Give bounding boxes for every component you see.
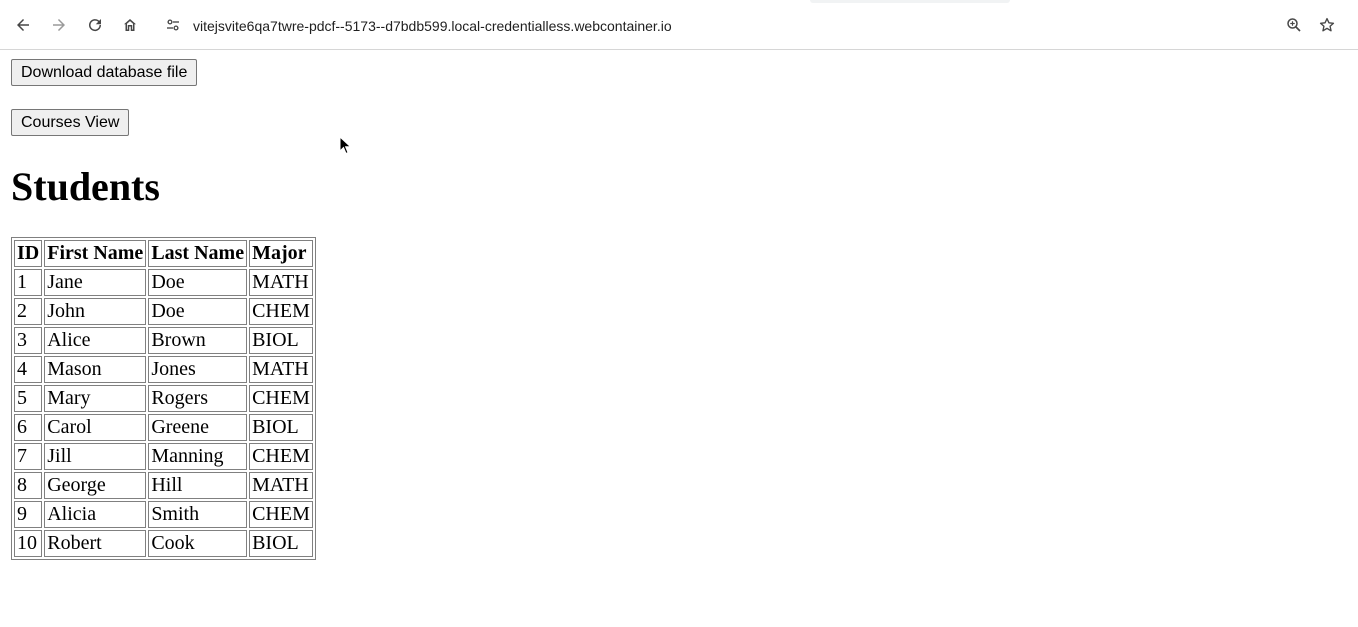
cell-last-name: Brown (148, 327, 248, 354)
cell-major: CHEM (249, 443, 313, 470)
cell-last-name: Manning (148, 443, 248, 470)
courses-view-button[interactable]: Courses View (11, 109, 130, 136)
cell-first-name: Robert (44, 530, 147, 557)
table-row: 9 Alicia Smith CHEM (14, 501, 313, 528)
cell-first-name: Mason (44, 356, 147, 383)
cell-id: 3 (14, 327, 43, 354)
cell-major: BIOL (249, 327, 313, 354)
cell-major: CHEM (249, 385, 313, 412)
table-row: 1 Jane Doe MATH (14, 269, 313, 296)
cell-major: CHEM (249, 298, 313, 325)
table-header-row: ID First Name Last Name Major (14, 240, 313, 267)
tab-strip-edge (810, 0, 1010, 3)
cell-first-name: Alice (44, 327, 147, 354)
cell-id: 6 (14, 414, 43, 441)
table-row: 3 Alice Brown BIOL (14, 327, 313, 354)
cell-id: 9 (14, 501, 43, 528)
column-header: Major (249, 240, 313, 267)
cell-major: MATH (249, 356, 313, 383)
students-table: ID First Name Last Name Major 1 Jane Doe… (11, 237, 316, 560)
address-bar-url[interactable]: vitejsvite6qa7twre-pdcf--5173--d7bdb599.… (193, 15, 672, 37)
table-row: 8 George Hill MATH (14, 472, 313, 499)
download-database-button[interactable]: Download database file (11, 59, 198, 86)
cell-id: 1 (14, 269, 43, 296)
cell-major: BIOL (249, 530, 313, 557)
cell-last-name: Cook (148, 530, 248, 557)
cell-first-name: Jill (44, 443, 147, 470)
site-settings-icon[interactable] (160, 12, 186, 38)
cell-major: BIOL (249, 414, 313, 441)
cell-id: 2 (14, 298, 43, 325)
table-row: 4 Mason Jones MATH (14, 356, 313, 383)
cell-last-name: Greene (148, 414, 248, 441)
cell-id: 4 (14, 356, 43, 383)
cell-first-name: George (44, 472, 147, 499)
reload-icon[interactable] (82, 12, 108, 38)
cell-id: 7 (14, 443, 43, 470)
home-icon[interactable] (117, 12, 143, 38)
mouse-cursor-icon (339, 136, 352, 155)
cell-first-name: Jane (44, 269, 147, 296)
forward-icon[interactable] (46, 12, 72, 38)
cell-first-name: Carol (44, 414, 147, 441)
cell-id: 8 (14, 472, 43, 499)
column-header: Last Name (148, 240, 248, 267)
table-row: 6 Carol Greene BIOL (14, 414, 313, 441)
cell-id: 5 (14, 385, 43, 412)
page-title: Students (11, 164, 160, 209)
page-content: Download database file Courses View Stud… (0, 50, 1358, 627)
browser-toolbar: vitejsvite6qa7twre-pdcf--5173--d7bdb599.… (0, 0, 1358, 50)
bookmark-star-icon[interactable] (1314, 12, 1340, 38)
table-row: 7 Jill Manning CHEM (14, 443, 313, 470)
zoom-icon[interactable] (1281, 12, 1307, 38)
cell-last-name: Doe (148, 298, 248, 325)
back-icon[interactable] (10, 12, 36, 38)
cell-major: CHEM (249, 501, 313, 528)
table-row: 2 John Doe CHEM (14, 298, 313, 325)
table-row: 10 Robert Cook BIOL (14, 530, 313, 557)
column-header: ID (14, 240, 43, 267)
cell-first-name: John (44, 298, 147, 325)
cell-first-name: Mary (44, 385, 147, 412)
cell-last-name: Jones (148, 356, 248, 383)
cell-major: MATH (249, 269, 313, 296)
column-header: First Name (44, 240, 147, 267)
cell-id: 10 (14, 530, 43, 557)
cell-last-name: Hill (148, 472, 248, 499)
cell-last-name: Smith (148, 501, 248, 528)
cell-major: MATH (249, 472, 313, 499)
cell-last-name: Doe (148, 269, 248, 296)
table-row: 5 Mary Rogers CHEM (14, 385, 313, 412)
cell-last-name: Rogers (148, 385, 248, 412)
cell-first-name: Alicia (44, 501, 147, 528)
